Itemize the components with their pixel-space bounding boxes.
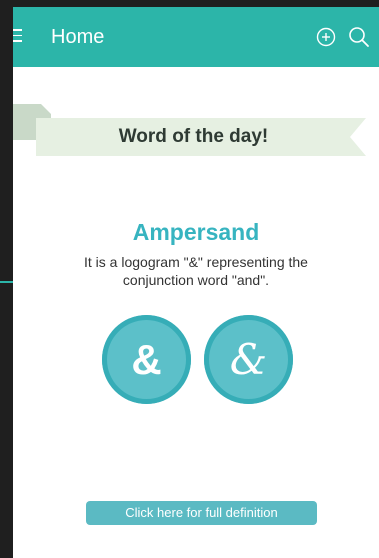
page-title: Home: [51, 26, 105, 48]
ampersand-symbol-script[interactable]: &: [204, 315, 293, 404]
ampersand-glyph-italic: &: [229, 335, 268, 384]
app-screen: Home Word of the day! Ampersand It is a …: [13, 7, 379, 558]
full-definition-button[interactable]: Click here for full definition: [86, 501, 317, 525]
word-title: Ampersand: [132, 219, 260, 245]
word-description: It is a logogram "&" representing the co…: [84, 254, 308, 288]
banner-title: Word of the day!: [118, 126, 269, 147]
menu-icon[interactable]: [13, 29, 23, 43]
search-icon[interactable]: [348, 26, 370, 48]
left-edge: [0, 0, 13, 558]
ribbon-fold-corner: [41, 104, 51, 114]
app-bar: Home: [13, 7, 379, 67]
ampersand-glyph: &: [131, 336, 162, 383]
add-icon[interactable]: [316, 27, 336, 47]
top-edge: [0, 0, 379, 7]
left-edge-accent: [0, 281, 13, 283]
ampersand-symbol-sans[interactable]: &: [102, 315, 191, 404]
